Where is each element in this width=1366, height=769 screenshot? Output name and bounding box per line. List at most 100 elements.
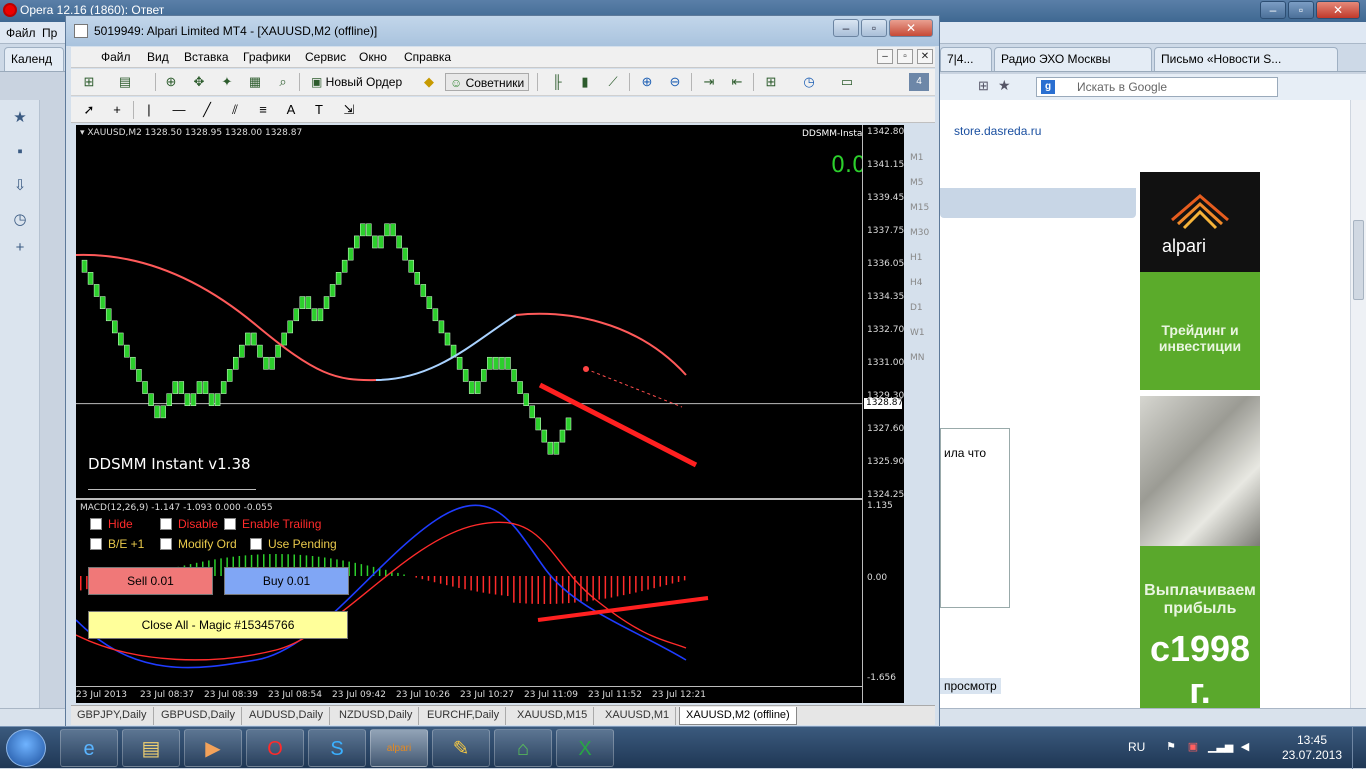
crosshair-icon[interactable]: + bbox=[107, 101, 127, 119]
chart-tab[interactable]: GBPJPY,Daily bbox=[71, 707, 154, 725]
text-icon[interactable]: A bbox=[281, 101, 301, 119]
bookmarks-icon[interactable]: ★ bbox=[12, 110, 28, 126]
notes-icon[interactable]: ▪ bbox=[12, 144, 28, 160]
bar-chart-icon[interactable]: ╟ bbox=[547, 73, 567, 91]
network-icon[interactable]: ▣ bbox=[1186, 740, 1200, 754]
show-desktop-button[interactable] bbox=[1352, 727, 1366, 769]
maximize-button[interactable]: ▫ bbox=[1288, 1, 1314, 19]
vertical-line-icon[interactable]: | bbox=[139, 101, 159, 119]
excel-icon[interactable]: X bbox=[556, 729, 614, 767]
rss-icon[interactable]: ⊞ bbox=[978, 78, 989, 94]
modify-order-option[interactable]: Modify Ord bbox=[160, 537, 237, 551]
clock[interactable]: 13:45 23.07.2013 bbox=[1280, 733, 1344, 763]
chart-window[interactable]: ▾ XAUUSD,M2 1328.50 1328.95 1328.00 1328… bbox=[76, 125, 904, 703]
terminal-icon[interactable]: ▦ bbox=[245, 73, 265, 91]
market-watch-icon[interactable]: ⊕ bbox=[161, 73, 181, 91]
add-panel-icon[interactable]: + bbox=[12, 240, 28, 256]
buy-button[interactable]: Buy 0.01 bbox=[224, 567, 349, 595]
price-axis[interactable]: 1342.801341.151339.451337.751336.051334.… bbox=[862, 125, 904, 703]
timeframe-m5[interactable]: M5 bbox=[910, 178, 924, 188]
media-player-icon[interactable]: ▶ bbox=[184, 729, 242, 767]
opera-tab[interactable]: 7|4... bbox=[940, 47, 992, 71]
templates-icon[interactable]: ▭ bbox=[837, 73, 857, 91]
menu-help[interactable]: Справка bbox=[404, 50, 451, 64]
alpari-ad[interactable]: alpari Трейдинг и инвестиции bbox=[1140, 172, 1260, 390]
history-icon[interactable]: ◷ bbox=[12, 212, 28, 228]
fibonacci-icon[interactable]: ≡ bbox=[253, 101, 273, 119]
cursor-icon[interactable]: ➚ bbox=[79, 101, 99, 119]
be-checkbox[interactable] bbox=[90, 538, 102, 550]
equidistant-channel-icon[interactable]: ⫽ bbox=[225, 101, 245, 119]
line-chart-icon[interactable]: ⟋ bbox=[603, 73, 623, 91]
maximize-button[interactable]: ▫ bbox=[861, 19, 887, 37]
text-label-icon[interactable]: T bbox=[309, 101, 329, 119]
skype-icon[interactable]: S bbox=[308, 729, 366, 767]
opera-icon[interactable]: O bbox=[246, 729, 304, 767]
start-button[interactable] bbox=[6, 729, 46, 767]
minimize-button[interactable]: – bbox=[1260, 1, 1286, 19]
auto-scroll-icon[interactable]: ⇤ bbox=[727, 73, 747, 91]
zoom-out-icon[interactable]: ⊖ bbox=[665, 73, 685, 91]
hide-option[interactable]: Hide bbox=[90, 517, 133, 531]
language-indicator[interactable]: RU bbox=[1128, 740, 1145, 754]
explorer-icon[interactable]: ▤ bbox=[122, 729, 180, 767]
timeframe-h4[interactable]: H4 bbox=[910, 278, 923, 288]
new-order-button[interactable]: ▣ Новый Ордер bbox=[307, 73, 406, 91]
chart-tab[interactable]: GBPUSD,Daily bbox=[155, 707, 242, 725]
menu-charts[interactable]: Графики bbox=[243, 50, 291, 64]
chart-tab[interactable]: EURCHF,Daily bbox=[421, 707, 506, 725]
timeframe-h1[interactable]: H1 bbox=[910, 253, 923, 263]
opera-menu-file[interactable]: Файл bbox=[6, 26, 36, 40]
minimize-button[interactable]: – bbox=[833, 19, 859, 37]
opera-tab[interactable]: Радио ЭХО Москвы bbox=[994, 47, 1152, 71]
opera-tab[interactable]: Письмо «Новости S... bbox=[1154, 47, 1338, 71]
flag-icon[interactable]: ⚑ bbox=[1164, 740, 1178, 754]
money-ad[interactable]: Выплачиваем прибыль с1998 г. bbox=[1140, 396, 1260, 708]
timeframe-d1[interactable]: D1 bbox=[910, 303, 923, 313]
opera-menu-edit[interactable]: Пр bbox=[42, 26, 57, 40]
disable-option[interactable]: Disable bbox=[160, 517, 218, 531]
profiles-icon[interactable]: ▤ bbox=[115, 73, 135, 91]
horizontal-line-icon[interactable]: — bbox=[169, 101, 189, 119]
menu-window[interactable]: Окно bbox=[359, 50, 387, 64]
candlestick-icon[interactable]: ▮ bbox=[575, 73, 595, 91]
price-chart[interactable] bbox=[76, 125, 862, 498]
mdi-minimize-button[interactable]: – bbox=[877, 49, 893, 64]
signal-icon[interactable]: ▁▃▅ bbox=[1208, 740, 1222, 754]
page-scrollbar[interactable] bbox=[1350, 100, 1366, 708]
preview-button[interactable]: просмотр bbox=[940, 678, 1001, 694]
star-icon[interactable]: ★ bbox=[998, 77, 1011, 94]
navigator-icon[interactable]: ✦ bbox=[217, 73, 237, 91]
chart-tab[interactable]: AUDUSD,Daily bbox=[243, 707, 330, 725]
zoom-in-icon[interactable]: ⊕ bbox=[637, 73, 657, 91]
timeframe-m30[interactable]: M30 bbox=[910, 228, 929, 238]
modify-order-checkbox[interactable] bbox=[160, 538, 172, 550]
notifications-icon[interactable]: 4 bbox=[909, 73, 929, 91]
timeframe-mn[interactable]: MN bbox=[910, 353, 925, 363]
menu-view[interactable]: Вид bbox=[147, 50, 169, 64]
use-pending-option[interactable]: Use Pending bbox=[250, 537, 337, 551]
chart-tab[interactable]: XAUUSD,M2 (offline) bbox=[679, 707, 797, 725]
new-chart-icon[interactable]: ⊞ bbox=[79, 73, 99, 91]
sell-button[interactable]: Sell 0.01 bbox=[88, 567, 213, 595]
menu-insert[interactable]: Вставка bbox=[184, 50, 229, 64]
timeframe-m1[interactable]: M1 bbox=[910, 153, 924, 163]
chart-tab[interactable]: XAUUSD,M15 bbox=[511, 707, 594, 725]
mdi-close-button[interactable]: ✕ bbox=[917, 49, 933, 64]
timeframe-m15[interactable]: M15 bbox=[910, 203, 929, 213]
volume-icon[interactable]: ◀ bbox=[1238, 740, 1252, 754]
search-input[interactable]: g Искать в Google bbox=[1036, 77, 1278, 97]
opera-tab[interactable]: Календ bbox=[4, 47, 64, 71]
close-button[interactable]: ✕ bbox=[889, 19, 933, 37]
periods-icon[interactable]: ◷ bbox=[799, 73, 819, 91]
chart-tab[interactable]: XAUUSD,M1 bbox=[599, 707, 676, 725]
expert-advisors-button[interactable]: ☺ Советники bbox=[445, 73, 529, 91]
internet-explorer-icon[interactable]: e bbox=[60, 729, 118, 767]
be-option[interactable]: B/E +1 bbox=[90, 537, 144, 551]
menu-file[interactable]: Файл bbox=[101, 50, 131, 64]
enable-trailing-option[interactable]: Enable Trailing bbox=[224, 517, 321, 531]
chart-tab[interactable]: NZDUSD,Daily bbox=[333, 707, 419, 725]
downloads-icon[interactable]: ⇩ bbox=[12, 178, 28, 194]
menu-tools[interactable]: Сервис bbox=[305, 50, 346, 64]
strategy-tester-icon[interactable]: ⌕ bbox=[273, 73, 293, 91]
